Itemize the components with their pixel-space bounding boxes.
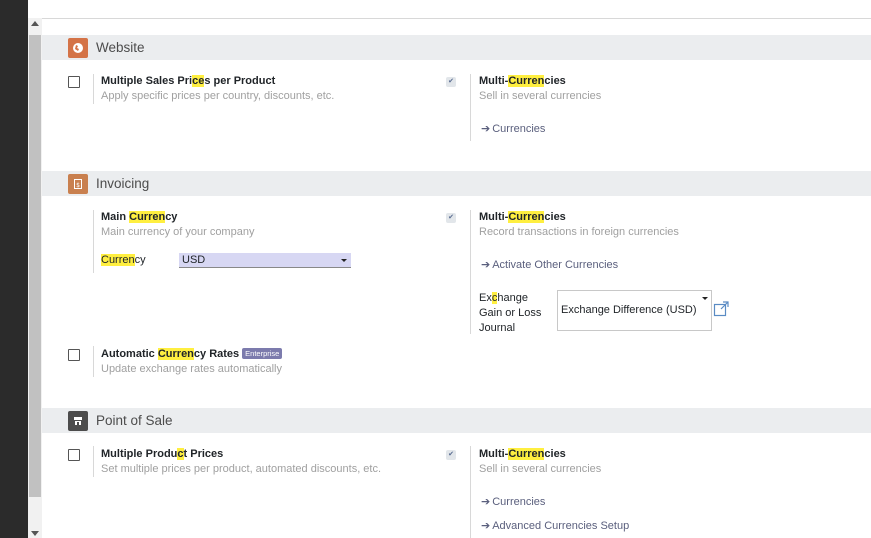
setting-divider: [93, 74, 94, 104]
currency-select[interactable]: USD: [179, 253, 351, 268]
scroll-down-icon[interactable]: [31, 531, 39, 536]
section-title-website: Website: [96, 40, 145, 55]
setting-divider: [470, 74, 471, 141]
pos-currencies-link[interactable]: ➔ Currencies: [481, 495, 545, 509]
invoicing-multi-currencies-title: Multi-Currencies: [479, 211, 566, 223]
multi-sales-prices-checkbox[interactable]: [68, 76, 80, 88]
store-icon: [68, 410, 88, 431]
main-currency-title: Main Currency: [101, 211, 178, 223]
arrow-right-icon: ➔: [481, 520, 491, 532]
top-divider: [42, 18, 871, 19]
main-currency-desc: Main currency of your company: [101, 226, 255, 238]
advanced-currencies-setup-link[interactable]: ➔ Advanced Currencies Setup: [481, 519, 629, 533]
arrow-right-icon: ➔: [481, 259, 491, 271]
vertical-scrollbar[interactable]: [28, 18, 42, 538]
check-icon: ✔: [446, 450, 456, 460]
section-header-website: Website: [42, 35, 871, 60]
multi-sales-prices-desc: Apply specific prices per country, disco…: [101, 90, 335, 102]
section-title-pos: Point of Sale: [96, 413, 173, 428]
setting-divider: [93, 210, 94, 273]
setting-divider: [93, 446, 94, 477]
check-icon: ✔: [446, 213, 456, 223]
scroll-up-icon[interactable]: [31, 21, 39, 26]
exchange-journal-label: Exchange Gain or Loss Journal: [479, 292, 542, 334]
setting-divider: [470, 446, 471, 538]
external-link-icon[interactable]: [713, 300, 730, 320]
section-title-invoicing: Invoicing: [96, 176, 150, 191]
setting-divider: [93, 346, 94, 377]
check-icon: ✔: [446, 77, 456, 87]
website-multi-currencies-desc: Sell in several currencies: [479, 90, 602, 102]
chevron-down-icon: [702, 297, 708, 300]
setting-divider: [470, 210, 471, 334]
auto-currency-rates-title: Automatic Currency Rates Enterprise: [101, 348, 283, 360]
arrow-right-icon: ➔: [481, 123, 491, 135]
multi-product-prices-title: Multiple Product Prices: [101, 448, 224, 460]
website-currencies-link[interactable]: ➔ Currencies: [481, 122, 545, 136]
invoice-icon: $: [68, 173, 88, 194]
chevron-down-icon: [341, 259, 347, 262]
left-panel: [0, 0, 28, 538]
multi-sales-prices-title: Multiple Sales Prices per Product: [101, 75, 276, 87]
globe-icon: [68, 37, 88, 58]
multi-product-prices-checkbox[interactable]: [68, 449, 80, 461]
currency-field-label: Currency: [101, 254, 146, 266]
website-multi-currencies-title: Multi-Currencies: [479, 75, 566, 87]
multi-product-prices-desc: Set multiple prices per product, automat…: [101, 463, 382, 475]
scroll-thumb[interactable]: [29, 35, 41, 497]
enterprise-badge: Enterprise: [242, 348, 283, 359]
pos-multi-currencies-title: Multi-Currencies: [479, 448, 566, 460]
section-header-invoicing: $ Invoicing: [42, 171, 871, 196]
section-header-pos: Point of Sale: [42, 408, 871, 433]
exchange-journal-select[interactable]: Exchange Difference (USD): [557, 290, 712, 331]
arrow-right-icon: ➔: [481, 496, 491, 508]
activate-other-currencies-link[interactable]: ➔ Activate Other Currencies: [481, 258, 618, 272]
auto-currency-rates-checkbox[interactable]: [68, 349, 80, 361]
auto-currency-rates-desc: Update exchange rates automatically: [101, 363, 282, 375]
invoicing-multi-currencies-desc: Record transactions in foreign currencie…: [479, 226, 679, 238]
svg-text:$: $: [76, 182, 80, 189]
pos-multi-currencies-desc: Sell in several currencies: [479, 463, 602, 475]
